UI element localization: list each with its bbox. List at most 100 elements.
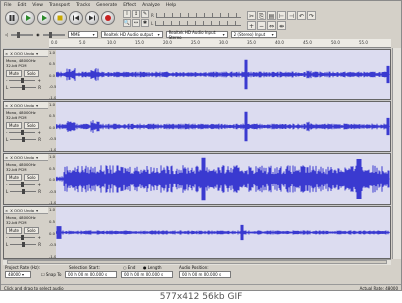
vertical-scrollbar[interactable]	[392, 48, 401, 259]
loop-play-button[interactable]	[37, 11, 51, 25]
fit-selection-button[interactable]: ⇔	[267, 21, 276, 30]
zoom-in-button[interactable]: +	[247, 21, 256, 30]
skip-end-button[interactable]	[85, 11, 99, 25]
chevron-down-icon: ▾	[157, 32, 160, 37]
output-device-select[interactable]: Realtek HD Audio output ▾	[100, 31, 163, 38]
amplitude-tick: 0.5	[49, 165, 56, 171]
ruler-tick: 0.0	[51, 40, 58, 45]
pan-slider[interactable]: LR	[4, 241, 48, 248]
waveform-area[interactable]	[56, 102, 390, 151]
mute-button[interactable]: Mute	[6, 70, 23, 77]
mute-button[interactable]: Mute	[6, 227, 23, 234]
fit-project-button[interactable]: ⇹	[277, 21, 286, 30]
selection-start-field[interactable]: 00 h 00 m 00.000 s	[65, 271, 117, 278]
project-rate-select[interactable]: 48000 ▾	[5, 271, 31, 278]
close-icon[interactable]: ×	[5, 208, 8, 213]
close-icon[interactable]: ×	[5, 103, 8, 108]
trim-button[interactable]: ⊢	[277, 11, 286, 20]
gain-slider[interactable]: - +	[4, 181, 48, 188]
host-select[interactable]: MME ▾	[67, 31, 98, 38]
solo-button[interactable]: Solo	[24, 122, 39, 129]
record-volume-slider[interactable]	[42, 31, 65, 38]
menu-view[interactable]: View	[29, 3, 46, 8]
meter-scale	[155, 20, 241, 26]
track-name-menu[interactable]: X OOO Undo	[10, 103, 34, 108]
record-button[interactable]	[101, 11, 115, 25]
menu-analyze[interactable]: Analyze	[139, 3, 163, 8]
solo-button[interactable]: Solo	[24, 70, 39, 77]
playback-meter[interactable]: R	[151, 11, 241, 19]
pan-slider[interactable]: LR	[4, 84, 48, 91]
track-header[interactable]: × X OOO Undo ▾	[4, 50, 48, 57]
gain-slider[interactable]: - +	[4, 234, 48, 241]
draw-tool[interactable]: ✎	[141, 10, 149, 18]
selection-tool[interactable]: I	[123, 10, 131, 18]
audio-track[interactable]: × X OOO Undo ▾ Mono, 48000Hz 32-bit PCM Mute…	[3, 206, 391, 259]
mute-button[interactable]: Mute	[6, 174, 23, 181]
cut-button[interactable]: ✂	[247, 11, 256, 20]
scroll-thumb[interactable]	[7, 260, 387, 264]
audio-position-field[interactable]: 00 h 00 m 00.000 s	[179, 271, 231, 278]
gain-slider[interactable]: - +	[4, 77, 48, 84]
pause-button[interactable]	[5, 11, 19, 25]
zoom-tool[interactable]: 🔍	[123, 19, 131, 27]
selection-end-field[interactable]: 00 h 00 m 00.000 s	[121, 271, 173, 278]
chevron-down-icon: ▾	[36, 50, 38, 56]
menu-generate[interactable]: Generate	[93, 3, 120, 8]
mute-button[interactable]: Mute	[6, 122, 23, 129]
stop-button[interactable]	[53, 11, 67, 25]
menu-edit[interactable]: Edit	[15, 3, 30, 8]
copy-button[interactable]: ⎘	[257, 11, 266, 20]
redo-button[interactable]: ↷	[307, 11, 316, 20]
track-header[interactable]: × X OOO Undo ▾	[4, 102, 48, 109]
mic-icon: ◉	[36, 32, 40, 37]
record-meter[interactable]: L	[151, 19, 241, 27]
menu-transport[interactable]: Transport	[46, 3, 73, 8]
audio-track[interactable]: × X OOO Undo ▾ Mono, 48000Hz 32-bit PCM Mute…	[3, 101, 391, 152]
close-icon[interactable]: ×	[5, 51, 8, 56]
track-control-panel: × X OOO Undo ▾ Mono, 48000Hz 32-bit PCM Mute…	[4, 102, 49, 151]
track-info: Mono, 48000Hz 32-bit PCM	[6, 215, 36, 225]
audio-track[interactable]: × X OOO Undo ▾ Mono, 48000Hz 32-bit PCM Mute…	[3, 153, 391, 205]
track-control-panel: × X OOO Undo ▾ Mono, 48000Hz 32-bit PCM Mute…	[4, 154, 49, 204]
undo-button[interactable]: ↶	[297, 11, 306, 20]
timeline-ruler[interactable]: 0.0 5.0 10.0 15.0 20.0 25.0 30.0 35.0 40.0 45.0 50…	[49, 39, 391, 48]
menu-file[interactable]: File	[1, 3, 15, 8]
pan-slider[interactable]: LR	[4, 136, 48, 143]
waveform-path	[56, 59, 390, 90]
end-radio[interactable]: ○ End	[123, 265, 135, 270]
play-button[interactable]	[21, 11, 35, 25]
gain-slider[interactable]: - +	[4, 129, 48, 136]
track-name-menu[interactable]: X OOO Undo	[10, 51, 34, 56]
track-name-menu[interactable]: X OOO Undo	[10, 155, 34, 160]
waveform-area[interactable]	[56, 154, 390, 204]
audio-track[interactable]: × X OOO Undo ▾ Mono, 48000Hz 32-bit PCM Mute…	[3, 49, 391, 100]
track-header[interactable]: × X OOO Undo ▾	[4, 154, 48, 161]
multi-tool[interactable]: ✱	[141, 19, 149, 27]
status-message: Click and drag to select audio	[4, 285, 64, 291]
menu-help[interactable]: Help	[163, 3, 179, 8]
envelope-tool[interactable]: ↕	[132, 10, 140, 18]
solo-button[interactable]: Solo	[24, 227, 39, 234]
pan-slider[interactable]: LR	[4, 188, 48, 195]
ruler-tick: 15.0	[135, 40, 144, 45]
zoom-out-button[interactable]: −	[257, 21, 266, 30]
silence-button[interactable]: ⊣	[287, 11, 296, 20]
paste-button[interactable]: ▤	[267, 11, 276, 20]
playback-volume-slider[interactable]	[11, 31, 34, 38]
channels-select[interactable]: 2 (Stereo) Input ▾	[230, 31, 277, 38]
close-icon[interactable]: ×	[5, 155, 8, 160]
audacity-window: File Edit View Transport Tracks Generate…	[0, 0, 402, 291]
waveform-area[interactable]	[56, 50, 390, 99]
waveform-area[interactable]	[56, 207, 390, 258]
menu-effect[interactable]: Effect	[120, 3, 139, 8]
timeshift-tool[interactable]: ↔	[132, 19, 140, 27]
skip-start-button[interactable]	[69, 11, 83, 25]
track-header[interactable]: × X OOO Undo ▾	[4, 207, 48, 214]
track-name-menu[interactable]: X OOO Undo	[10, 208, 34, 213]
length-radio[interactable]: ● Length	[143, 265, 162, 270]
menu-tracks[interactable]: Tracks	[73, 3, 93, 8]
meter-toolbar: R L	[151, 11, 241, 27]
input-device-select[interactable]: Realtek HD Audio Input: Stereo ▾	[165, 30, 228, 40]
solo-button[interactable]: Solo	[24, 174, 39, 181]
